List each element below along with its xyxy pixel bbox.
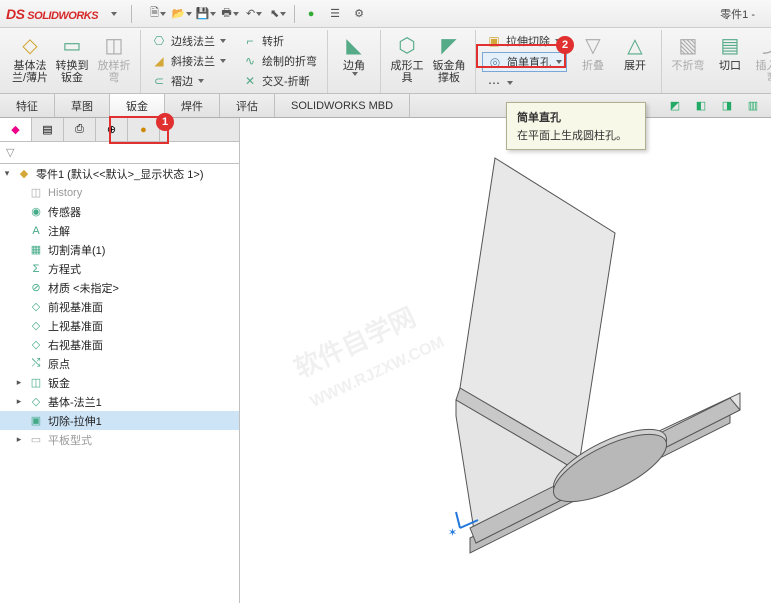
tooltip-title: 简单直孔 (517, 109, 635, 125)
open-icon[interactable]: 📂 (171, 3, 193, 25)
tree-item[interactable]: ▦切割清单(1) (0, 240, 239, 259)
graphics-viewport[interactable]: ✶ 软件自学网WWW.RJZXW.COM (240, 118, 771, 603)
app-logo: DS SOLIDWORKS (6, 6, 98, 22)
tree-item[interactable]: ◉传感器 (0, 202, 239, 221)
view-cube-icon[interactable]: ◩ (665, 97, 685, 115)
tab-sketch[interactable]: 草图 (55, 94, 110, 117)
config-manager-tab[interactable]: ⎙ (64, 118, 96, 141)
tree-item[interactable]: ▸◫钣金 (0, 373, 239, 392)
tab-features[interactable]: 特征 (0, 94, 55, 117)
tab-sheetmetal[interactable]: 钣金 (110, 94, 165, 117)
tree-item[interactable]: ⊘材质 <未指定> (0, 278, 239, 297)
quick-access-toolbar: 🗎 📂 💾 🖶 ↶ ⬉ ● ☰ ⚙ (147, 3, 370, 25)
tree-item[interactable]: ◇上视基准面 (0, 316, 239, 335)
forming-tool-button[interactable]: ⬡成形工具 (387, 32, 427, 84)
options-icon[interactable]: ☰ (324, 3, 346, 25)
rebuild-icon[interactable]: ● (300, 3, 322, 25)
model-view: ✶ (240, 118, 770, 603)
content-area: ◆ ▤ ⎙ ⊕ ● ▽ ▾◆零件1 (默认<<默认>_显示状态 1>) ◫His… (0, 118, 771, 603)
more-button[interactable]: ⋯ (482, 74, 567, 92)
cross-break-button[interactable]: ✕交叉-折断 (238, 72, 321, 90)
tab-mbd[interactable]: SOLIDWORKS MBD (275, 94, 410, 117)
tree-item[interactable]: Σ方程式 (0, 259, 239, 278)
print-icon[interactable]: 🖶 (219, 3, 241, 25)
feature-manager-panel: ◆ ▤ ⎙ ⊕ ● ▽ ▾◆零件1 (默认<<默认>_显示状态 1>) ◫His… (0, 118, 240, 603)
fold-button[interactable]: ▽折叠 (573, 32, 613, 92)
insert-bends-button[interactable]: ⤴插入折弯 (752, 32, 771, 84)
command-tabs: 特征 草图 钣金 焊件 评估 SOLIDWORKS MBD ◩ ◧ ◨ ▥ (0, 94, 771, 118)
tree-item[interactable]: ▸▭平板型式 (0, 430, 239, 449)
corner-button[interactable]: ◣边角 (334, 32, 374, 76)
edge-flange-button[interactable]: ⎔边线法兰 (147, 32, 230, 50)
lofted-bend-button[interactable]: ◫放样折弯 (94, 32, 134, 84)
svg-text:✶: ✶ (448, 527, 457, 539)
view-orient-icon[interactable]: ◧ (691, 97, 711, 115)
view-section-icon[interactable]: ▥ (743, 97, 763, 115)
annotation-badge-1: 1 (156, 113, 174, 131)
tree-item[interactable]: ▣切除-拉伸1 (0, 411, 239, 430)
sketched-bend-button[interactable]: ∿绘制的折弯 (238, 52, 321, 70)
select-icon[interactable]: ⬉ (267, 3, 289, 25)
unfold-button[interactable]: △展开 (615, 32, 655, 92)
menu-dropdown[interactable] (102, 3, 124, 25)
annotation-box-2 (476, 44, 566, 68)
save-icon[interactable]: 💾 (195, 3, 217, 25)
app-name: SOLIDWORKS (27, 10, 98, 22)
new-icon[interactable]: 🗎 (147, 3, 169, 25)
tooltip-body: 在平面上生成圆柱孔。 (517, 127, 635, 143)
jog-button[interactable]: ⌐转折 (238, 32, 321, 50)
miter-flange-button[interactable]: ◢斜接法兰 (147, 52, 230, 70)
tooltip: 简单直孔 在平面上生成圆柱孔。 (506, 102, 646, 150)
no-bends-button[interactable]: ▧不折弯 (668, 32, 708, 84)
logo-ds: DS (6, 6, 24, 22)
annotation-badge-2: 2 (556, 36, 574, 54)
tree-root[interactable]: ▾◆零件1 (默认<<默认>_显示状态 1>) (0, 164, 239, 183)
tab-weldments[interactable]: 焊件 (165, 94, 220, 117)
tree-item[interactable]: ▸◇基体-法兰1 (0, 392, 239, 411)
tree-item[interactable]: A注解 (0, 221, 239, 240)
settings-icon[interactable]: ⚙ (348, 3, 370, 25)
feature-tree-tab[interactable]: ◆ (0, 118, 32, 141)
tree-item[interactable]: ◫History (0, 183, 239, 202)
hem-button[interactable]: ⊂褶边 (147, 72, 230, 90)
base-flange-button[interactable]: ◇基体法兰/薄片 (10, 32, 50, 84)
doc-title: 零件1 - (720, 6, 765, 22)
view-toolbar: ◩ ◧ ◨ ▥ (665, 94, 771, 117)
tab-evaluate[interactable]: 评估 (220, 94, 275, 117)
gusset-button[interactable]: ◤钣金角撑板 (429, 32, 469, 84)
ribbon: ◇基体法兰/薄片 ▭转换到钣金 ◫放样折弯 ⎔边线法兰 ◢斜接法兰 ⊂褶边 ⌐转… (0, 28, 771, 94)
undo-icon[interactable]: ↶ (243, 3, 265, 25)
rip-button[interactable]: ▤切口 (710, 32, 750, 84)
tree-item[interactable]: ◇右视基准面 (0, 335, 239, 354)
filter-bar[interactable]: ▽ (0, 142, 239, 164)
tree-item[interactable]: ◇前视基准面 (0, 297, 239, 316)
tree-item[interactable]: ⤭原点 (0, 354, 239, 373)
property-manager-tab[interactable]: ▤ (32, 118, 64, 141)
view-display-icon[interactable]: ◨ (717, 97, 737, 115)
convert-sheetmetal-button[interactable]: ▭转换到钣金 (52, 32, 92, 84)
title-bar: DS SOLIDWORKS 🗎 📂 💾 🖶 ↶ ⬉ ● ☰ ⚙ 零件1 - (0, 0, 771, 28)
